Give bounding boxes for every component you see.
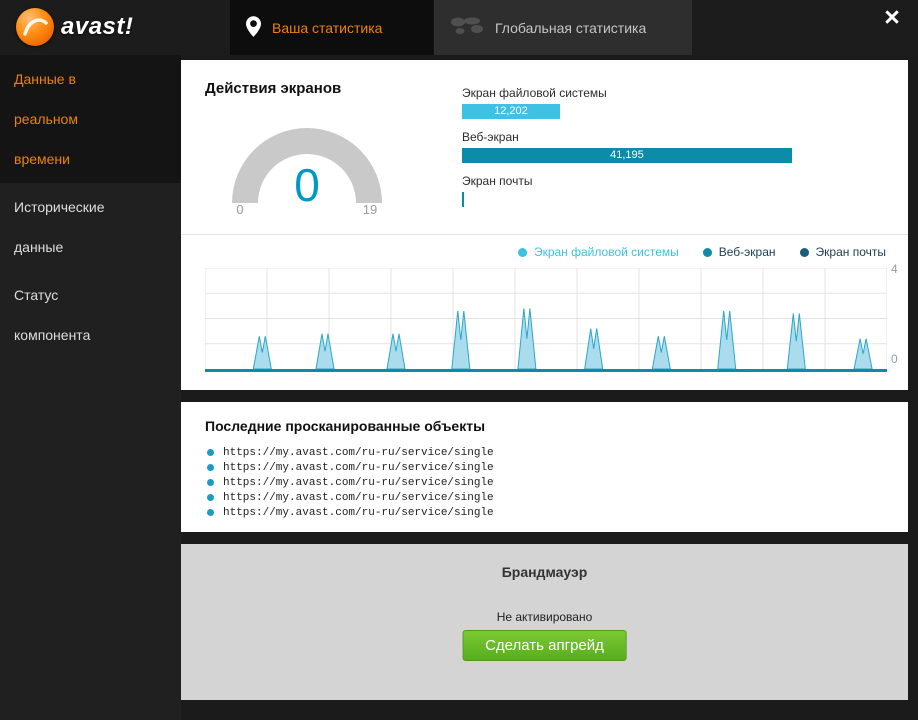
avast-logo: avast! [16, 8, 133, 46]
last-scanned-panel: Последние просканированные объекты https… [181, 402, 908, 532]
panel-title: Последние просканированные объекты [205, 418, 486, 434]
legend-label: Экран почты [815, 245, 886, 259]
sidebar: Данные в реальном времени Исторические д… [0, 55, 181, 720]
stat-file-shield: Экран файловой системы 12,202 [462, 86, 886, 119]
stat-label: Веб-экран [462, 130, 519, 144]
scanned-url: https://my.avast.com/ru-ru/service/singl… [223, 491, 494, 504]
world-map-icon [450, 16, 484, 39]
list-item: https://my.avast.com/ru-ru/service/singl… [207, 505, 494, 520]
chart-legend: Экран файловой системы Веб-экран Экран п… [517, 245, 886, 259]
legend-label: Веб-экран [718, 245, 776, 259]
firewall-panel: Брандмауэр Не активировано Сделать апгре… [181, 544, 908, 700]
legend-item-web-shield: Веб-экран [702, 245, 776, 259]
stat-bar [462, 192, 886, 207]
sidebar-item-component-status[interactable]: Статус компонента [0, 271, 181, 359]
stat-web-shield: Веб-экран 41,195 [462, 130, 886, 163]
activity-chart [204, 267, 888, 372]
logo-text: avast! [61, 13, 134, 40]
legend-item-file-shield: Экран файловой системы [517, 245, 679, 259]
avast-ball-icon [16, 8, 54, 46]
panel-title: Брандмауэр [501, 564, 588, 580]
list-item: https://my.avast.com/ru-ru/service/singl… [207, 460, 494, 475]
bullet-icon [207, 479, 214, 486]
list-item: https://my.avast.com/ru-ru/service/singl… [207, 475, 494, 490]
stat-bar-fill: 12,202 [462, 104, 560, 119]
gauge-max-label: 19 [362, 202, 378, 217]
stat-bar: 12,202 [462, 104, 886, 119]
y-axis-max-label: 4 [891, 262, 898, 276]
gauge-min-label: 0 [236, 202, 244, 217]
legend-dot-icon [702, 247, 712, 257]
stat-bar-fill [462, 192, 465, 207]
divider [181, 234, 908, 235]
scanned-url: https://my.avast.com/ru-ru/service/singl… [223, 476, 494, 489]
screen-actions-panel: Действия экранов 0 0 19 Экран файловой с… [181, 60, 908, 390]
sidebar-item-historical-data[interactable]: Исторические данные [0, 183, 181, 271]
tab-your-statistics[interactable]: Ваша статистика [230, 0, 433, 55]
legend-item-mail-shield: Экран почты [799, 245, 886, 259]
stat-label: Экран файловой системы [462, 86, 607, 100]
location-pin-icon [246, 15, 261, 40]
legend-dot-icon [799, 247, 809, 257]
avast-statistics-window: avast! Ваша статистика Глобальная статис… [0, 0, 918, 720]
upgrade-button[interactable]: Сделать апгрейд [462, 630, 627, 661]
shield-stats: Экран файловой системы 12,202 Веб-экран … [462, 86, 886, 207]
bullet-icon [207, 494, 214, 501]
scanned-objects-list: https://my.avast.com/ru-ru/service/singl… [207, 445, 494, 520]
sidebar-item-realtime-data[interactable]: Данные в реальном времени [0, 55, 181, 183]
list-item: https://my.avast.com/ru-ru/service/singl… [207, 445, 494, 460]
y-axis-min-label: 0 [891, 352, 898, 366]
list-item: https://my.avast.com/ru-ru/service/singl… [207, 490, 494, 505]
firewall-status: Не активировано [496, 610, 593, 624]
bullet-icon [207, 464, 214, 471]
tab-label: Ваша статистика [272, 19, 383, 36]
title-bar: avast! Ваша статистика Глобальная статис… [0, 0, 918, 55]
scanned-url: https://my.avast.com/ru-ru/service/singl… [223, 446, 494, 459]
panel-title: Действия экранов [205, 80, 342, 97]
stat-bar-fill: 41,195 [462, 148, 792, 163]
bullet-icon [207, 449, 214, 456]
stat-bar: 41,195 [462, 148, 886, 163]
bullet-icon [207, 509, 214, 516]
stat-mail-shield: Экран почты [462, 174, 886, 207]
legend-dot-icon [517, 247, 527, 257]
legend-label: Экран файловой системы [533, 245, 679, 259]
tab-global-statistics[interactable]: Глобальная статистика [433, 0, 692, 55]
scanned-url: https://my.avast.com/ru-ru/service/singl… [223, 461, 494, 474]
stat-label: Экран почты [462, 174, 533, 188]
close-icon[interactable]: × [878, 4, 906, 31]
scanned-url: https://my.avast.com/ru-ru/service/singl… [223, 506, 494, 519]
tab-label: Глобальная статистика [495, 19, 647, 36]
